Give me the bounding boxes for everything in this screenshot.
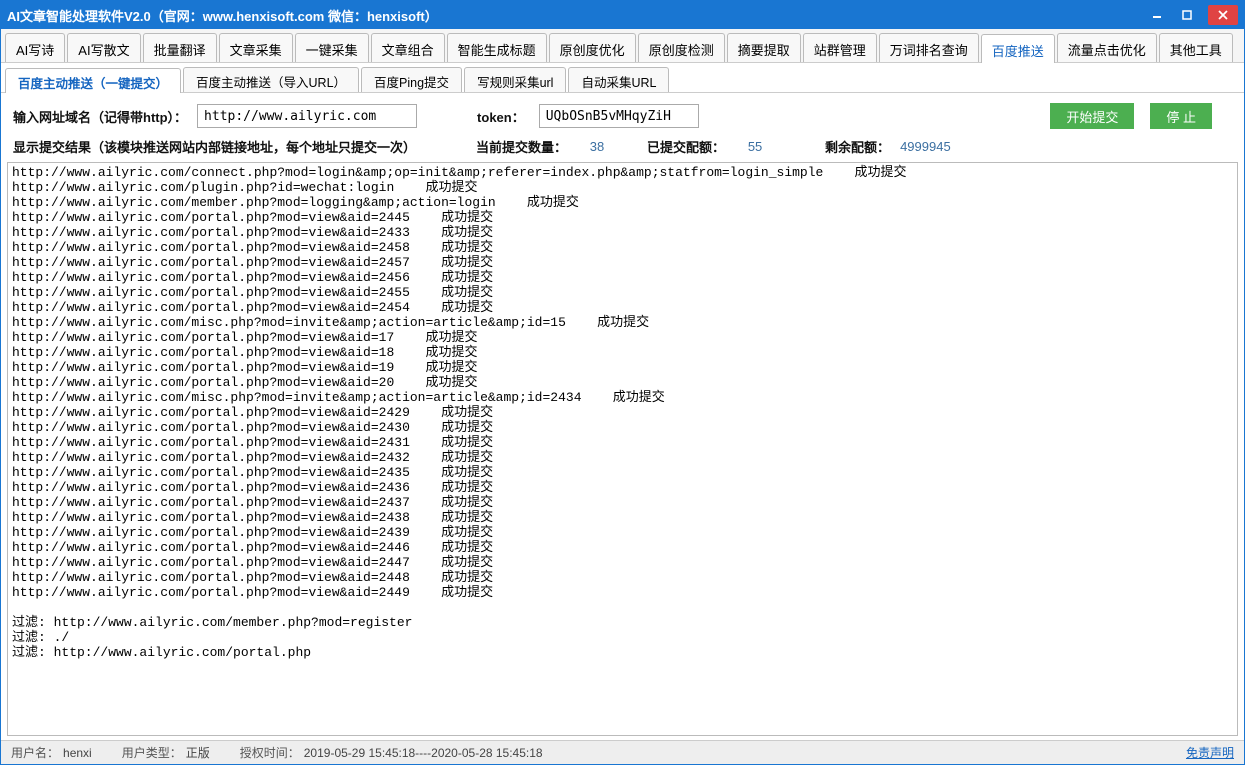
- sub-tab-4[interactable]: 自动采集URL: [568, 67, 669, 92]
- main-tab-6[interactable]: 智能生成标题: [447, 33, 547, 62]
- token-label: token：: [477, 107, 525, 126]
- remain-value: 4999945: [890, 139, 961, 154]
- stop-button[interactable]: 停 止: [1150, 103, 1212, 129]
- result-label: 显示提交结果（该模块推送网站内部链接地址，每个地址只提交一次）: [13, 137, 416, 156]
- count-value: 38: [567, 139, 627, 154]
- form-row: 输入网址域名（记得带http）： token： 开始提交 停 止: [1, 93, 1244, 135]
- sub-tab-1[interactable]: 百度主动推送（导入URL）: [183, 67, 359, 92]
- sub-tab-3[interactable]: 写规则采集url: [464, 67, 566, 92]
- main-tab-2[interactable]: 批量翻译: [143, 33, 217, 62]
- status-row: 显示提交结果（该模块推送网站内部链接地址，每个地址只提交一次） 当前提交数量： …: [1, 135, 1244, 162]
- minimize-button[interactable]: [1142, 5, 1172, 25]
- sub-tab-0[interactable]: 百度主动推送（一键提交）: [5, 68, 181, 93]
- main-tab-14[interactable]: 其他工具: [1159, 33, 1233, 62]
- main-tab-1[interactable]: AI写散文: [67, 33, 140, 62]
- token-input[interactable]: [539, 104, 699, 128]
- used-value: 55: [725, 139, 785, 154]
- main-tab-12[interactable]: 百度推送: [981, 34, 1055, 63]
- main-tab-11[interactable]: 万词排名查询: [879, 33, 979, 62]
- main-tab-7[interactable]: 原创度优化: [549, 33, 636, 62]
- result-textarea[interactable]: http://www.ailyric.com/connect.php?mod=l…: [7, 162, 1238, 736]
- url-label: 输入网址域名（记得带http）：: [13, 107, 187, 126]
- count-label: 当前提交数量：: [476, 137, 567, 156]
- url-input[interactable]: [197, 104, 417, 128]
- used-label: 已提交配额：: [647, 137, 725, 156]
- disclaimer-link[interactable]: 免责声明: [1186, 744, 1234, 761]
- main-tab-10[interactable]: 站群管理: [803, 33, 877, 62]
- type-value: 正版: [186, 744, 210, 761]
- auth-value: 2019-05-29 15:45:18----2020-05-28 15:45:…: [304, 746, 543, 760]
- user-label: 用户名：: [11, 744, 59, 761]
- type-label: 用户类型：: [122, 744, 182, 761]
- sub-tabs: 百度主动推送（一键提交）百度主动推送（导入URL）百度Ping提交写规则采集ur…: [1, 63, 1244, 93]
- maximize-button[interactable]: [1172, 5, 1202, 25]
- main-tab-8[interactable]: 原创度检测: [638, 33, 725, 62]
- auth-label: 授权时间：: [240, 744, 300, 761]
- main-tab-4[interactable]: 一键采集: [295, 33, 369, 62]
- footer: 用户名： henxi 用户类型： 正版 授权时间： 2019-05-29 15:…: [1, 740, 1244, 764]
- main-tabs: AI写诗AI写散文批量翻译文章采集一键采集文章组合智能生成标题原创度优化原创度检…: [1, 29, 1244, 63]
- sub-tab-2[interactable]: 百度Ping提交: [361, 67, 462, 92]
- window-title: AI文章智能处理软件V2.0（官网：www.henxisoft.com 微信：h…: [7, 6, 1142, 25]
- close-button[interactable]: [1208, 5, 1238, 25]
- user-value: henxi: [63, 746, 92, 760]
- main-tab-5[interactable]: 文章组合: [371, 33, 445, 62]
- titlebar: AI文章智能处理软件V2.0（官网：www.henxisoft.com 微信：h…: [1, 1, 1244, 29]
- remain-label: 剩余配额：: [825, 137, 890, 156]
- main-tab-3[interactable]: 文章采集: [219, 33, 293, 62]
- start-button[interactable]: 开始提交: [1050, 103, 1134, 129]
- main-tab-13[interactable]: 流量点击优化: [1057, 33, 1157, 62]
- main-tab-9[interactable]: 摘要提取: [727, 33, 801, 62]
- main-tab-0[interactable]: AI写诗: [5, 33, 65, 62]
